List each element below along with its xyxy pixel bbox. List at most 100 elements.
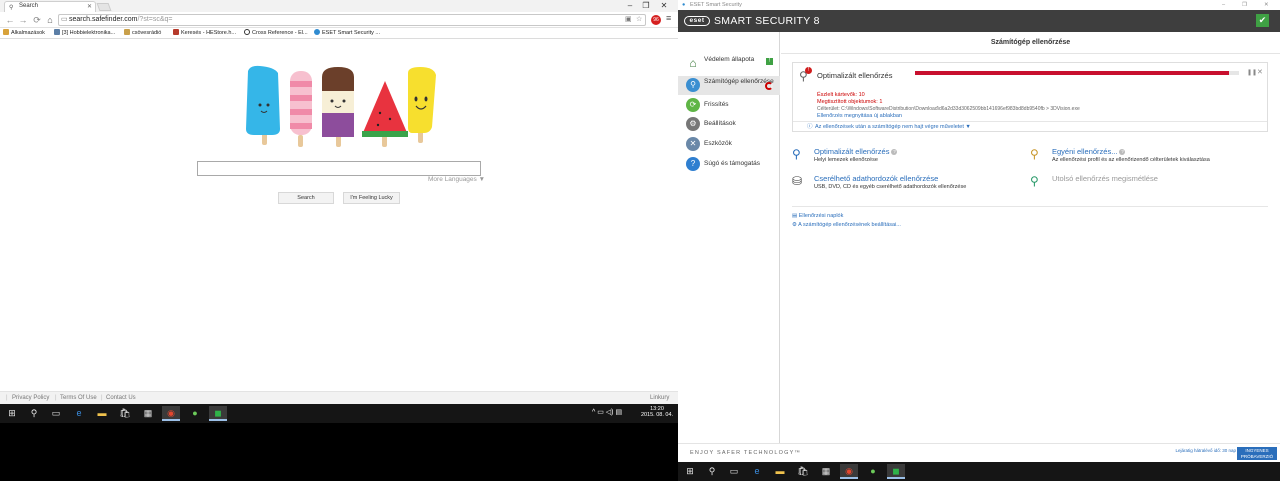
bookmark-hestore[interactable]: Keresés - HEStore.h...: [173, 29, 236, 38]
search-input[interactable]: [197, 161, 481, 176]
scan-title: Optimalizált ellenőrzés: [817, 71, 893, 80]
eset-sidebar: ⌂ Védelem állapota ! ⚲ Számítógép ellenő…: [678, 32, 780, 443]
bookmark-cross-reference[interactable]: Cross Reference - El...: [244, 29, 308, 38]
back-icon[interactable]: ←: [4, 14, 16, 26]
help-icon: ?: [686, 157, 700, 171]
after-scan-action-dropdown[interactable]: ⓘ Az ellenőrzések után a számítógép nem …: [793, 121, 1267, 132]
edge-browser-icon[interactable]: e: [748, 464, 766, 479]
linkury-link[interactable]: Linkury: [650, 392, 669, 404]
scan-logs-link[interactable]: ▤ Ellenőrzési naplók: [792, 213, 843, 219]
start-windows-icon[interactable]: ⊞: [3, 406, 21, 421]
gear-icon: ⚙: [686, 117, 700, 131]
search-icon[interactable]: ⚲: [25, 406, 43, 421]
reload-icon[interactable]: ⟳: [31, 14, 43, 26]
url-host: search.safefinder.com: [69, 16, 138, 23]
task-view-icon[interactable]: ▭: [47, 406, 65, 421]
calculator-icon[interactable]: ▦: [139, 406, 157, 421]
bookmark-csovesradio[interactable]: csövesrádió: [124, 29, 161, 38]
search-icon[interactable]: ⚲: [703, 464, 721, 479]
search-button[interactable]: Search: [278, 192, 334, 204]
tab-search[interactable]: ⚲ Search ✕: [4, 1, 96, 12]
extension-badge[interactable]: 96: [651, 15, 661, 25]
bookmark-apps[interactable]: Alkalmazások: [3, 29, 45, 38]
repeat-last-scan-option[interactable]: ⚲ Utolsó ellenőrzés megismétlése: [1030, 174, 1270, 194]
forward-icon[interactable]: →: [17, 14, 29, 26]
start-windows-icon[interactable]: ⊞: [681, 464, 699, 479]
eset-footer: ENJOY SAFER TECHNOLOGY™ Lejáratig hátral…: [678, 443, 1280, 462]
eset-close-icon[interactable]: ✕: [1264, 0, 1269, 10]
contact-us-link[interactable]: Contact Us: [106, 392, 136, 404]
eset-titlebar: ● ESET Smart Security – ❐ ✕: [678, 0, 1280, 10]
popsicles-logo-image: [246, 65, 436, 147]
magnifier-icon: ⚲: [792, 147, 801, 161]
eset-app-icon[interactable]: ◼: [209, 406, 227, 421]
bookmark-eset[interactable]: ESET Smart Security ...: [314, 29, 380, 38]
terms-of-use-link[interactable]: Terms Of Use: [60, 392, 97, 404]
eset-screen: ● ESET Smart Security – ❐ ✕ eset SMART S…: [678, 0, 1280, 481]
taskbar-right: ⊞ ⚲ ▭ e ▬ 🛍 ▦ ◉ ● ◼: [678, 462, 1280, 481]
pause-icon[interactable]: ❚❚: [1247, 69, 1257, 76]
alert-icon: !: [805, 67, 812, 74]
bookmark-star-icon[interactable]: ☆: [636, 15, 642, 25]
clock-date: 2015. 08. 04.: [640, 412, 674, 418]
help-question-icon[interactable]: ?: [1119, 149, 1126, 155]
sidebar-item-protection-status[interactable]: ⌂ Védelem állapota !: [678, 56, 780, 74]
feeling-lucky-button[interactable]: I'm Feeling Lucky: [343, 192, 400, 204]
page-action-icon[interactable]: ▣: [625, 15, 632, 25]
sidebar-item-computer-scan[interactable]: ⚲ Számítógép ellenőrzése: [678, 76, 780, 95]
green-app-icon[interactable]: ●: [864, 464, 882, 479]
clock[interactable]: 13:20 2015. 08. 04.: [640, 406, 674, 418]
eset-app-icon[interactable]: ◼: [887, 464, 905, 479]
taskbar-left: ⊞ ⚲ ▭ e ▬ 🛍 ▦ ◉ ● ◼ ^ ▭ ◁) ▤ 13:20 2015.…: [0, 404, 678, 423]
bookmarks-bar: Alkalmazások [3] Hobbielektronika... csö…: [0, 28, 678, 39]
home-icon[interactable]: ⌂: [44, 14, 56, 26]
browser-toolbar: ← → ⟳ ⌂ ▭ search.safefinder.com/?st=sc&q…: [0, 12, 678, 28]
scan-settings-link[interactable]: ⚙ A számítógép ellenőrzésének beállítása…: [792, 222, 901, 228]
privacy-policy-link[interactable]: Privacy Policy: [12, 392, 49, 404]
bookmark-hobbielektronika[interactable]: [3] Hobbielektronika...: [54, 29, 115, 38]
sidebar-item-tools[interactable]: ✕ Eszközök: [678, 137, 780, 151]
eset-logo: eset: [684, 16, 710, 26]
task-view-icon[interactable]: ▭: [725, 464, 743, 479]
sidebar-item-settings[interactable]: ⚙ Beállítások: [678, 117, 780, 131]
page-info-icon: ▭: [61, 16, 68, 23]
green-app-icon[interactable]: ●: [186, 406, 204, 421]
bookmark-favicon-icon: [244, 29, 250, 35]
address-bar[interactable]: ▭ search.safefinder.com/?st=sc&q= ▣ ☆: [58, 14, 646, 26]
more-languages-link[interactable]: More Languages ▼: [428, 176, 485, 183]
chrome-icon[interactable]: ◉: [840, 464, 858, 479]
file-explorer-icon[interactable]: ▬: [771, 464, 789, 479]
bookmark-favicon-icon: [124, 29, 130, 35]
license-expiry-text[interactable]: Lejáratig hátralévő idő: 30 nap: [1172, 448, 1236, 454]
optimized-scan-option[interactable]: ⚲ Optimalizált ellenőrzés? Helyi lemezek…: [792, 147, 1012, 167]
free-trial-button[interactable]: INGYENES PRÓBAVERZIÓ: [1237, 447, 1277, 460]
eset-restore-icon[interactable]: ❐: [1242, 0, 1247, 10]
scan-progress-fill: [915, 71, 1230, 75]
tray-icons[interactable]: ^ ▭ ◁) ▤: [592, 408, 622, 416]
chrome-menu-icon[interactable]: ≡: [666, 13, 671, 23]
eset-header: eset SMART SECURITY 8 ✔: [678, 10, 1280, 32]
removable-media-scan-option[interactable]: ⛁ Cserélhető adathordozók ellenőrzése US…: [792, 174, 1012, 194]
file-explorer-icon[interactable]: ▬: [93, 406, 111, 421]
help-question-icon[interactable]: ?: [891, 149, 898, 155]
chrome-icon[interactable]: ◉: [162, 406, 180, 421]
sidebar-item-help[interactable]: ? Súgó és támogatás: [678, 157, 780, 171]
open-scan-window-link[interactable]: Ellenőrzés megnyitása új ablakban: [817, 113, 902, 119]
sidebar-item-update[interactable]: ⟳ Frissítés: [678, 98, 780, 112]
home-icon: ⌂: [689, 56, 697, 70]
store-icon[interactable]: 🛍: [116, 406, 134, 421]
store-icon[interactable]: 🛍: [794, 464, 812, 479]
tab-close-icon[interactable]: ✕: [87, 3, 92, 10]
close-window-icon[interactable]: ✕: [656, 0, 672, 12]
calculator-icon[interactable]: ▦: [817, 464, 835, 479]
eset-minimize-icon[interactable]: –: [1222, 0, 1225, 10]
url-path: /?st=sc&q=: [137, 16, 173, 23]
stop-scan-icon[interactable]: ✕: [1257, 68, 1263, 76]
minimize-icon[interactable]: –: [622, 0, 638, 12]
edge-browser-icon[interactable]: e: [70, 406, 88, 421]
new-tab-button[interactable]: [96, 3, 112, 11]
search-page: More Languages ▼ Search I'm Feeling Luck…: [0, 39, 678, 391]
restore-icon[interactable]: ❐: [638, 0, 654, 12]
detected-threats: Észlelt kártevők: 10: [817, 92, 865, 98]
custom-scan-option[interactable]: ⚲ Egyéni ellenőrzés...? Az ellenőrzési p…: [1030, 147, 1270, 167]
